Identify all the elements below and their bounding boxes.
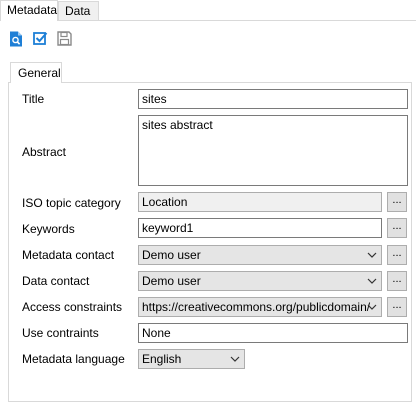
use-constraints-label: Use contraints [22, 326, 99, 340]
main-tab-strip: Metadata Data [0, 0, 416, 21]
data-contact-browse-button[interactable]: ... [387, 271, 407, 291]
metadata-contact-browse-button[interactable]: ... [387, 245, 407, 265]
access-constraints-browse-button[interactable]: ... [387, 297, 407, 317]
save-icon[interactable] [56, 30, 73, 47]
tab-general[interactable]: General [10, 62, 62, 83]
access-constraints-value: https://creativecommons.org/publicdomain… [142, 300, 371, 314]
chevron-down-icon [367, 252, 377, 258]
keywords-browse-button[interactable]: ... [387, 218, 407, 238]
iso-topic-field[interactable]: Location [138, 192, 382, 212]
chevron-down-icon [230, 356, 240, 362]
iso-topic-label: ISO topic category [22, 196, 121, 210]
keywords-field[interactable]: keyword1 [138, 218, 382, 238]
data-contact-select[interactable]: Demo user [138, 271, 382, 291]
tab-metadata[interactable]: Metadata [0, 0, 58, 21]
metadata-contact-value: Demo user [142, 248, 201, 262]
metadata-language-value: English [142, 352, 182, 366]
checkbox-icon[interactable] [32, 30, 49, 47]
data-contact-label: Data contact [22, 274, 90, 288]
chevron-down-icon [367, 278, 377, 284]
access-constraints-select[interactable]: https://creativecommons.org/publicdomain… [138, 297, 382, 317]
use-constraints-field[interactable]: None [138, 323, 408, 343]
access-constraints-label: Access constraints [22, 300, 123, 314]
title-field[interactable]: sites [138, 89, 408, 109]
tab-data[interactable]: Data [58, 1, 99, 20]
iso-topic-browse-button[interactable]: ... [387, 192, 407, 212]
chevron-down-icon [367, 304, 377, 310]
search-document-icon[interactable] [8, 30, 25, 47]
metadata-language-select[interactable]: English [138, 349, 245, 369]
metadata-contact-label: Metadata contact [22, 248, 115, 262]
data-contact-value: Demo user [142, 274, 201, 288]
abstract-field[interactable]: sites abstract [138, 115, 408, 186]
title-label: Title [22, 92, 45, 106]
abstract-label: Abstract [22, 145, 67, 159]
keywords-label: Keywords [22, 222, 75, 236]
metadata-language-label: Metadata language [22, 352, 125, 366]
metadata-contact-select[interactable]: Demo user [138, 245, 382, 265]
toolbar [8, 30, 73, 50]
